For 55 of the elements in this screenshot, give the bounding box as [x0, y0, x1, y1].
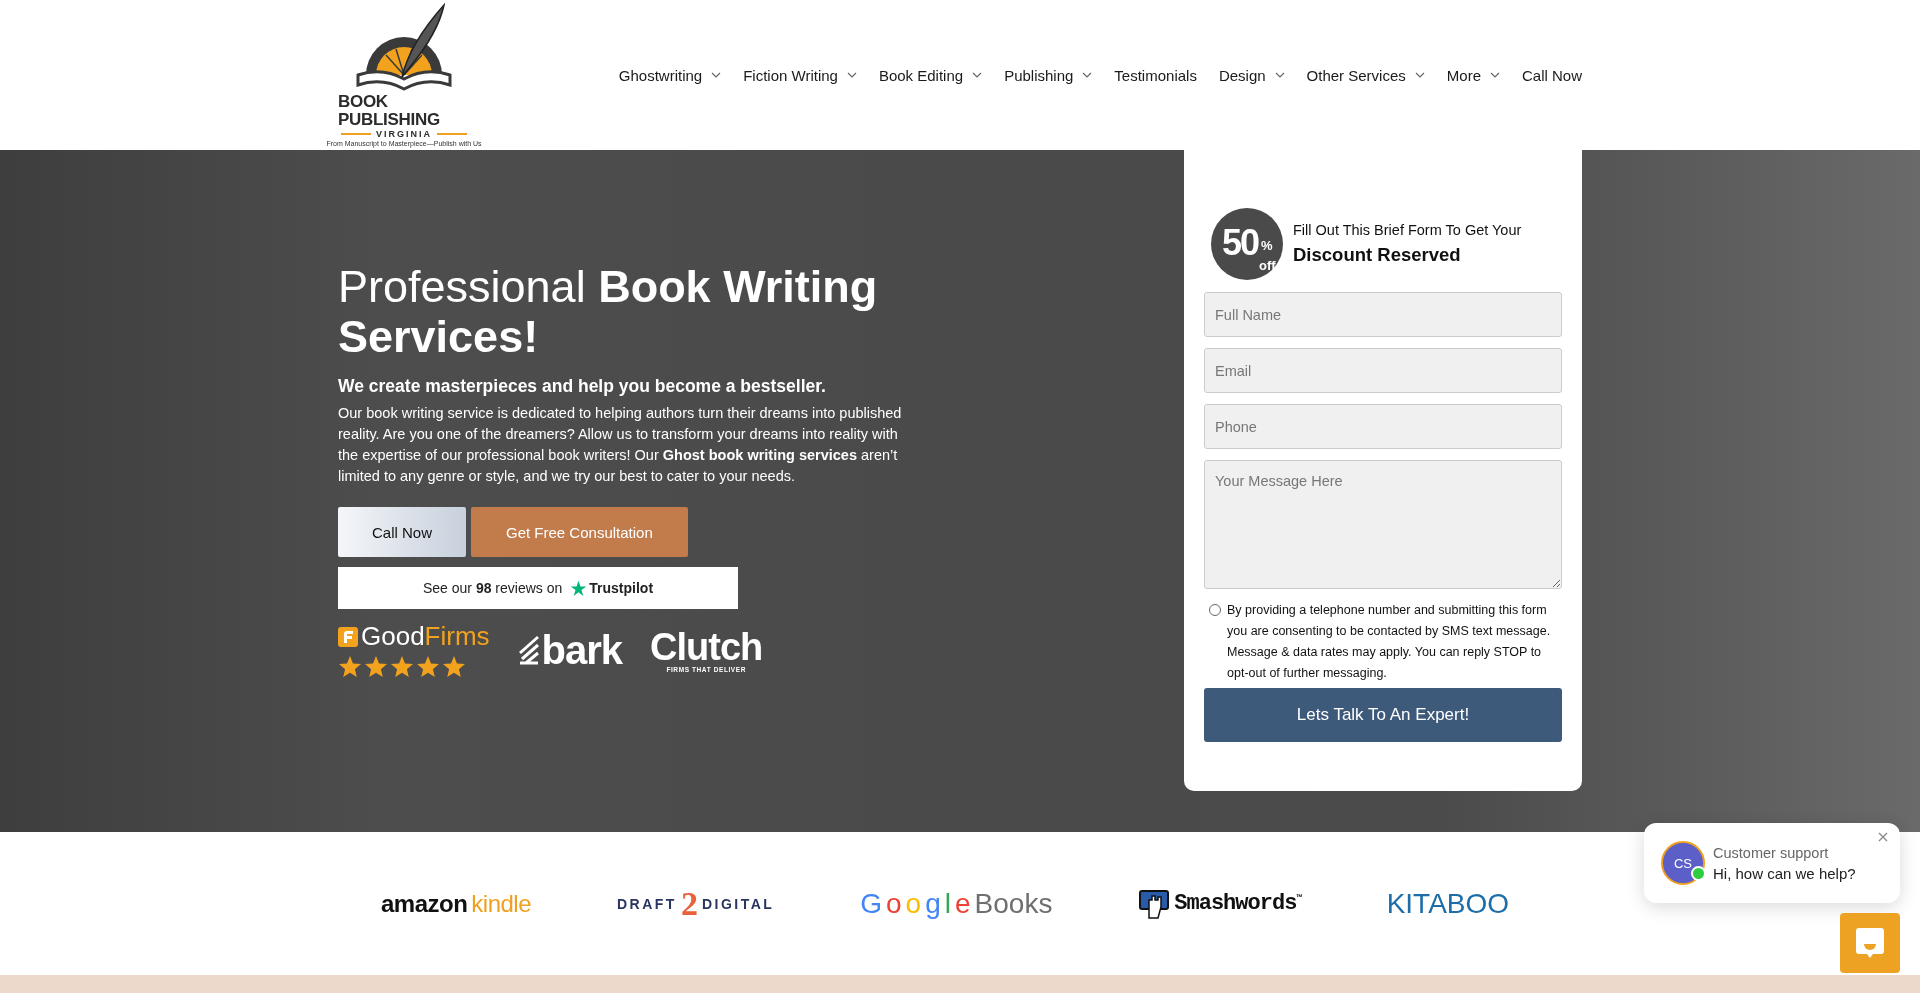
hero-description: Our book writing service is dedicated to helping authors turn their dreams into published reality. Are you one of the dreamers? Allow us to transform your dreams into reality with the expertise of our professional book writers! Our Ghost book writing services aren’t limited to any genre or style, and we try our best to cater to your needs. [338, 404, 903, 486]
trustpilot-banner[interactable]: See our 98 reviews on Trustpilot [338, 567, 738, 609]
star-icon [416, 655, 440, 679]
chevron-down-icon [1414, 72, 1425, 78]
bark-logo-icon [517, 635, 540, 665]
star-icon [338, 655, 362, 679]
nav-link[interactable]: Testimonials [1114, 66, 1197, 84]
form-intro: Fill Out This Brief Form To Get Your [1293, 222, 1522, 238]
goodfirms-logo-icon [338, 626, 358, 647]
star-icon [570, 579, 588, 597]
star-icon [442, 655, 466, 679]
nav-link[interactable]: Book Editing [878, 66, 983, 84]
submit-button[interactable]: Lets Talk To An Expert! [1204, 688, 1562, 742]
form-title: Discount Reserved [1293, 244, 1462, 266]
bark-wordmark: bark [541, 627, 623, 673]
nav-link[interactable]: More [1446, 66, 1500, 84]
chevron-down-icon [1274, 72, 1285, 78]
smashwords-logo: Smashwords$^{™}$ [1174, 891, 1301, 916]
nav-link[interactable]: Publishing [1004, 66, 1093, 84]
chat-bubble-icon [1855, 927, 1885, 959]
logo-title: BOOK PUBLISHING [338, 93, 441, 129]
chevron-down-icon [711, 72, 722, 78]
trustpilot-wordmark: Trustpilot [589, 580, 654, 596]
hero-subheading: We create masterpieces and help you become a bestseller. [338, 376, 827, 397]
chevron-down-icon [972, 72, 983, 78]
nav-link[interactable]: Design [1218, 66, 1285, 84]
message-field[interactable]: Your Message Here [1204, 460, 1562, 589]
chat-title: Customer support [1713, 844, 1830, 861]
hand-book-icon [1138, 887, 1171, 920]
trustpilot-text: See our 98 reviews on [422, 580, 563, 596]
amazon-kindle-logo: amazon kindle [380, 889, 532, 918]
nav-link[interactable]: Call Now [1522, 66, 1582, 84]
nav-link[interactable]: Other Services [1306, 66, 1425, 84]
chat-message: Hi, how can we help? [1713, 864, 1856, 882]
nav-link[interactable]: Ghostwriting [618, 66, 722, 84]
nav-link[interactable]: Fiction Writing [743, 66, 857, 84]
kitaboo-logo: KITABOO [1386, 887, 1510, 920]
input-field[interactable]: Full Name [1204, 292, 1562, 337]
input-field[interactable]: Phone [1204, 404, 1562, 449]
call-button[interactable]: Call Now [338, 507, 466, 557]
agent-avatar: CS [1661, 841, 1705, 885]
star-icon [390, 655, 414, 679]
logo-subtitle: VIRGINIA [376, 129, 432, 139]
input-field[interactable]: Email [1204, 348, 1562, 393]
clutch-wordmark: Clutch [650, 627, 763, 666]
google-books-logo: Google Books [860, 887, 1053, 920]
chevron-down-icon [1082, 72, 1093, 78]
close-icon[interactable] [1878, 832, 1888, 842]
star-icon [364, 655, 388, 679]
chevron-down-icon [846, 72, 857, 78]
chevron-down-icon [1490, 72, 1500, 78]
chat-launcher-button[interactable] [1840, 913, 1900, 973]
consent-text: By providing a telephone number and submitting this form you are consenting to be contacted by SMS text message. Message & data rates may apply. You can reply STOP to opt-out of further messaging. [1227, 602, 1552, 682]
hero-heading: Professional Book Writing Services! [338, 262, 879, 362]
goodfirms-wordmark: GoodFirms [361, 621, 490, 652]
